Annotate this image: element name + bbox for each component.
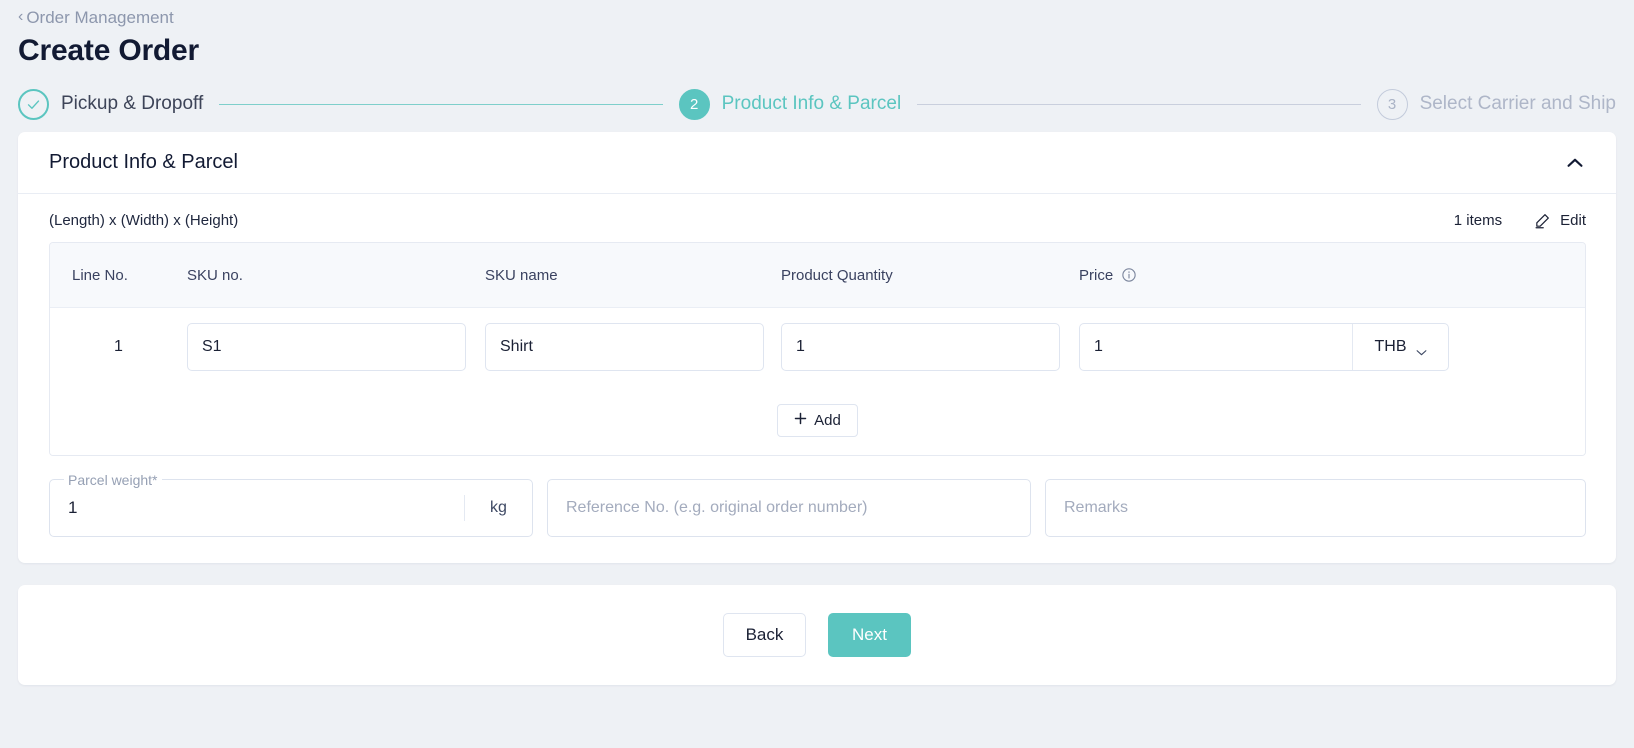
chevron-left-icon: ‹ xyxy=(18,8,24,25)
edit-button[interactable]: Edit xyxy=(1534,212,1586,229)
bottom-fields-row: Parcel weight* 1 kg Reference No. (e.g. … xyxy=(49,456,1586,537)
currency-value: THB xyxy=(1374,337,1407,355)
meta-row: (Length) x (Width) x (Height) 1 items Ed… xyxy=(49,212,1586,242)
parcel-weight-field[interactable]: Parcel weight* 1 kg xyxy=(49,472,533,537)
column-header-sku-name: SKU name xyxy=(485,266,558,284)
items-count: 1 items xyxy=(1453,212,1503,229)
edit-label: Edit xyxy=(1560,212,1586,229)
cell-sku-name: Shirt xyxy=(485,322,781,371)
cell-sku-no: S1 xyxy=(187,322,485,371)
info-circle-icon[interactable] xyxy=(1121,267,1137,283)
step-number-3: 3 xyxy=(1376,88,1408,120)
card-body: (Length) x (Width) x (Height) 1 items Ed… xyxy=(18,194,1616,563)
parcel-weight-label: Parcel weight* xyxy=(64,472,162,488)
cell-price: 1 THB xyxy=(1079,322,1585,371)
breadcrumb-label: Order Management xyxy=(26,8,174,27)
next-button[interactable]: Next xyxy=(828,613,911,657)
back-button[interactable]: Back xyxy=(723,613,806,657)
pencil-icon xyxy=(1534,212,1551,229)
reference-no-input[interactable]: Reference No. (e.g. original order numbe… xyxy=(547,479,1031,537)
step-pickup-dropoff[interactable]: Pickup & Dropoff xyxy=(18,88,204,120)
column-header-sku-no: SKU no. xyxy=(187,266,243,284)
required-marker: * xyxy=(152,472,158,488)
card-title: Product Info & Parcel xyxy=(49,151,238,173)
add-button[interactable]: Add xyxy=(777,403,858,437)
sku-name-input[interactable]: Shirt xyxy=(485,322,764,371)
check-icon xyxy=(18,88,49,120)
step-label-pickup-dropoff: Pickup & Dropoff xyxy=(61,93,204,114)
step-select-carrier-ship[interactable]: 3 Select Carrier and Ship xyxy=(1376,88,1616,120)
parcel-weight-unit: kg xyxy=(464,495,532,521)
step-product-info-parcel[interactable]: 2 Product Info & Parcel xyxy=(678,88,902,120)
parcel-weight-label-text: Parcel weight xyxy=(68,472,153,488)
price-input-group: 1 THB xyxy=(1079,322,1449,371)
column-header-product-quantity: Product Quantity xyxy=(781,266,893,284)
currency-select[interactable]: THB xyxy=(1352,323,1448,370)
stepper: Pickup & Dropoff 2 Product Info & Parcel… xyxy=(18,76,1616,132)
price-input[interactable]: 1 xyxy=(1080,324,1352,370)
step-label-select-carrier-ship: Select Carrier and Ship xyxy=(1419,93,1616,114)
product-info-parcel-card: Product Info & Parcel (Length) x (Width)… xyxy=(18,132,1616,563)
footer-actions: Back Next xyxy=(18,585,1616,685)
cell-line-no: 1 xyxy=(114,337,123,355)
remarks-input[interactable]: Remarks xyxy=(1045,479,1586,537)
dimensions-label: (Length) x (Width) x (Height) xyxy=(49,212,239,229)
products-table: Line No. SKU no. SKU name Product Quanti… xyxy=(49,242,1586,456)
parcel-weight-input[interactable]: 1 xyxy=(50,498,464,518)
column-header-line-no: Line No. xyxy=(72,266,128,284)
cell-product-quantity: 1 xyxy=(781,322,1079,371)
plus-icon xyxy=(794,412,807,429)
step-number-2: 2 xyxy=(678,88,710,120)
chevron-down-icon xyxy=(1416,343,1427,356)
table-row: 1 S1 Shirt 1 1 THB xyxy=(50,308,1585,385)
card-header: Product Info & Parcel xyxy=(18,132,1616,194)
column-header-price: Price xyxy=(1079,267,1585,284)
sku-no-input[interactable]: S1 xyxy=(187,322,466,371)
breadcrumb[interactable]: ‹ Order Management xyxy=(18,0,174,28)
add-label: Add xyxy=(814,411,841,429)
add-row-container: Add xyxy=(50,385,1585,455)
column-header-price-label: Price xyxy=(1079,266,1114,284)
page-title: Create Order xyxy=(18,34,200,67)
table-header-row: Line No. SKU no. SKU name Product Quanti… xyxy=(50,243,1585,308)
chevron-up-icon[interactable] xyxy=(1564,152,1586,174)
product-quantity-input[interactable]: 1 xyxy=(781,322,1060,371)
step-label-product-info-parcel: Product Info & Parcel xyxy=(721,93,902,114)
create-order-page: ‹ Order Management Create Order Pickup &… xyxy=(0,0,1634,748)
step-connector-2 xyxy=(917,103,1361,105)
step-connector-1 xyxy=(219,103,663,105)
